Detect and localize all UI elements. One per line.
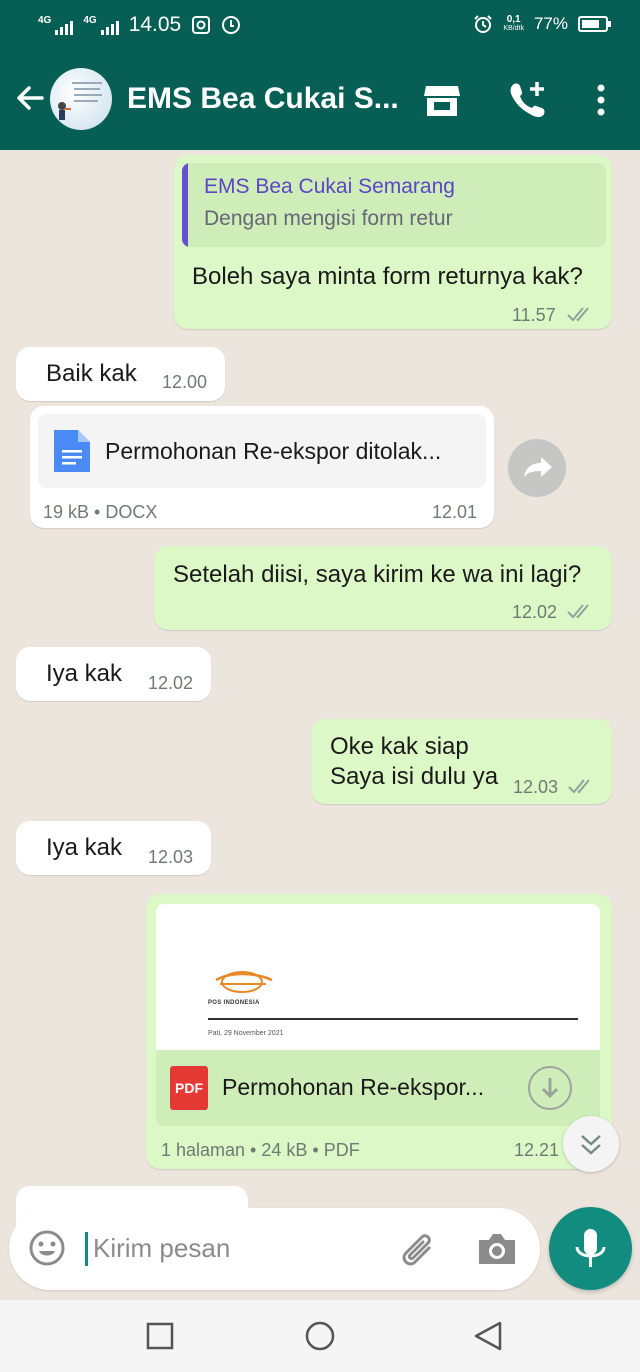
avatar[interactable]	[50, 68, 112, 130]
voice-message-button[interactable]	[549, 1207, 632, 1290]
pos-indonesia-logo	[215, 971, 273, 993]
outgoing-pdf-message[interactable]: POS INDONESIA Pati, 29 November 2021 PDF…	[146, 894, 612, 1169]
message-text: Iya kak	[46, 834, 123, 861]
pdf-attachment[interactable]: PDF Permohonan Re-ekspor...	[156, 1050, 600, 1126]
incoming-document-message[interactable]: Permohonan Re-ekspor ditolak... 19 kB • …	[30, 406, 494, 528]
message-time: 12.02	[512, 602, 558, 622]
top-bar: 4G 4G 14.05 0,1 KB/dtk 77% EMS Bea Cukai…	[0, 0, 640, 150]
chat-title[interactable]: EMS Bea Cukai S...	[127, 82, 407, 116]
document-attachment[interactable]: Permohonan Re-ekspor ditolak...	[38, 414, 486, 488]
alarm-icon	[474, 15, 493, 33]
signal-icon: 4G	[38, 15, 74, 35]
quote-text: Dengan mengisi form retur	[204, 207, 453, 230]
network-speed-value: 0,1	[506, 14, 521, 25]
text-cursor	[85, 1232, 88, 1266]
message-input[interactable]	[93, 1226, 383, 1270]
battery-icon	[578, 16, 611, 32]
forward-icon	[524, 457, 552, 477]
quote-author: EMS Bea Cukai Semarang	[204, 175, 455, 198]
message-text: Iya kak	[46, 660, 123, 687]
back-arrow-icon[interactable]	[12, 80, 48, 116]
download-button[interactable]	[528, 1066, 572, 1110]
read-ticks-icon	[567, 604, 589, 619]
back-icon[interactable]	[470, 1318, 506, 1354]
document-name: Permohonan Re-ekspor ditolak...	[105, 438, 442, 464]
quoted-message[interactable]: EMS Bea Cukai Semarang Dengan mengisi fo…	[182, 163, 606, 247]
gallery-icon	[192, 16, 211, 34]
camera-icon[interactable]	[475, 1228, 519, 1270]
message-text-line-1: Oke kak siap	[330, 733, 469, 760]
outgoing-message[interactable]: Oke kak siap Saya isi dulu ya 12.03	[311, 719, 612, 804]
outgoing-message[interactable]: EMS Bea Cukai Semarang Dengan mengisi fo…	[174, 155, 612, 329]
message-time: 11.57	[512, 305, 556, 325]
more-vertical-icon[interactable]	[586, 80, 616, 120]
document-meta: 19 kB • DOCX	[43, 502, 158, 522]
status-bar: 4G 4G 14.05 0,1 KB/dtk 77%	[0, 0, 640, 50]
read-ticks-icon	[568, 779, 590, 794]
pdf-file-meta: 1 halaman • 24 kB • PDF	[161, 1140, 360, 1160]
pdf-preview-rule	[208, 1018, 578, 1020]
avatar-image	[58, 82, 102, 120]
data-saver-icon	[222, 16, 241, 34]
status-time: 14.05	[128, 13, 182, 36]
pdf-preview-org: POS INDONESIA	[208, 1000, 260, 1006]
pdf-file-name: Permohonan Re-ekspor...	[222, 1074, 485, 1100]
message-time: 12.03	[148, 847, 194, 867]
read-ticks-icon	[567, 307, 589, 322]
message-text: Boleh saya minta form returnya kak?	[192, 263, 583, 290]
storefront-icon[interactable]	[422, 80, 462, 120]
emoji-icon[interactable]	[27, 1228, 67, 1268]
add-call-icon[interactable]	[506, 78, 548, 120]
incoming-message[interactable]: Iya kak 12.03	[16, 821, 211, 875]
double-chevron-down-icon	[581, 1135, 601, 1155]
message-time: 12.21	[514, 1140, 560, 1160]
attach-icon[interactable]	[395, 1228, 437, 1270]
message-time: 12.02	[148, 673, 194, 693]
message-time: 12.03	[513, 777, 559, 797]
recent-apps-icon[interactable]	[142, 1318, 178, 1354]
message-text: Setelah diisi, saya kirim ke wa ini lagi…	[173, 561, 582, 588]
message-text-line-2: Saya isi dulu ya	[330, 763, 499, 790]
message-composer	[9, 1208, 540, 1290]
forward-button[interactable]	[508, 439, 566, 497]
system-nav-bar	[0, 1300, 640, 1372]
incoming-message[interactable]: Iya kak 12.02	[16, 647, 211, 701]
pdf-file-icon: PDF	[170, 1066, 208, 1110]
battery-percent: 77%	[533, 14, 568, 33]
mic-icon	[575, 1229, 606, 1267]
message-time: 12.01	[432, 502, 478, 522]
scroll-to-bottom-button[interactable]	[563, 1116, 619, 1172]
app-bar: EMS Bea Cukai S...	[0, 62, 640, 140]
pdf-preview[interactable]: POS INDONESIA Pati, 29 November 2021	[156, 904, 600, 1050]
message-text: Baik kak	[46, 360, 137, 387]
pdf-preview-date: Pati, 29 November 2021	[208, 1030, 284, 1037]
document-icon	[54, 430, 90, 472]
incoming-message[interactable]: Baik kak 12.00	[16, 347, 225, 401]
download-icon	[541, 1078, 559, 1099]
network-speed-unit: KB/dtk	[503, 25, 524, 32]
home-icon[interactable]	[302, 1318, 338, 1354]
message-time: 12.00	[162, 372, 208, 392]
chat-area[interactable]: EMS Bea Cukai Semarang Dengan mengisi fo…	[0, 150, 640, 1300]
outgoing-message[interactable]: Setelah diisi, saya kirim ke wa ini lagi…	[154, 546, 612, 630]
signal-icon: 4G	[83, 15, 119, 35]
